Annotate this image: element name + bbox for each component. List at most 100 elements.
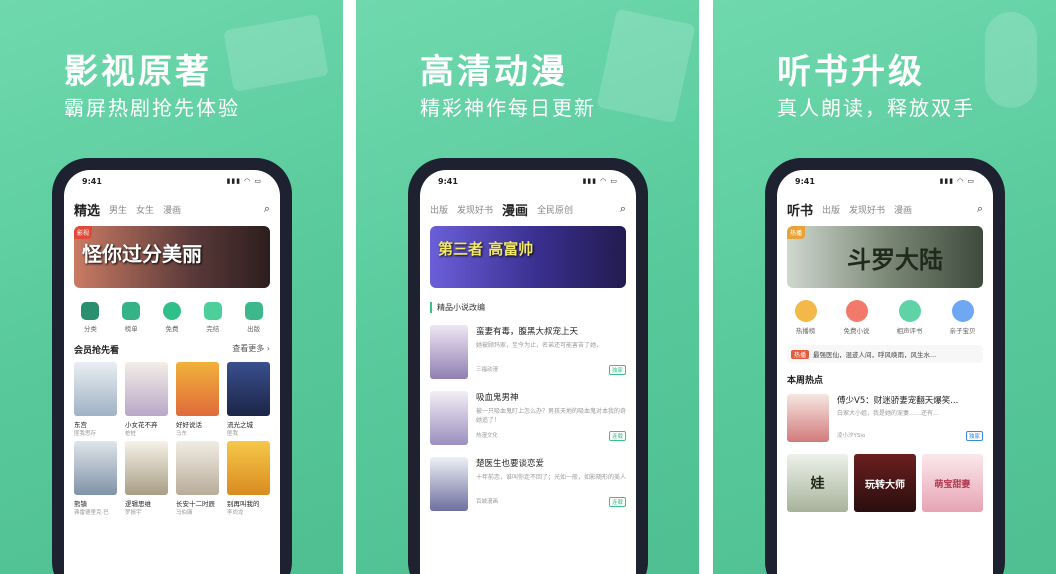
phone-screen: 9:41 ▮▮▮ ◠ ▭ 出版 发现好书 漫画 全民原创 ⌕ 第三者 高富帅 精品… xyxy=(420,170,636,574)
shortcut-crosstalk[interactable]: 相声评书 xyxy=(897,300,923,335)
signal-battery-icon: ▮▮▮ ◠ ▭ xyxy=(226,177,262,185)
cover-row: 娃 玩转大师 萌宝甜妻 xyxy=(787,454,983,512)
status-bar: 9:41 ▮▮▮ ◠ ▭ xyxy=(777,170,993,192)
crosstalk-icon xyxy=(898,300,921,322)
promo-panel-comic: 高清动漫 精彩神作每日更新 9:41 ▮▮▮ ◠ ▭ 出版 发现好书 漫画 全民原… xyxy=(356,0,699,574)
search-icon[interactable]: ⌕ xyxy=(977,202,983,216)
section-header: 会员抢先看 查看更多 › xyxy=(64,343,280,356)
notice-text: 最强医仙，混迹人间，呼风唤雨，风生水... xyxy=(813,351,937,359)
comic-cover xyxy=(430,391,468,445)
tab-female[interactable]: 女生 xyxy=(136,203,154,216)
shortcut-free[interactable]: 免费 xyxy=(162,302,181,333)
search-icon[interactable]: ⌕ xyxy=(620,202,626,216)
kids-icon xyxy=(951,300,974,322)
picture-frame-icon xyxy=(596,8,696,124)
category-icon xyxy=(81,302,100,320)
shortcut-hot[interactable]: 热播榜 xyxy=(794,300,817,335)
free-icon xyxy=(162,302,181,320)
section-title: 本周热点 xyxy=(787,376,824,386)
phone-screen: 9:41 ▮▮▮ ◠ ▭ 听书 出版 发现好书 漫画 ⌕ 热播 斗罗大陆 热播榜 … xyxy=(777,170,993,574)
top-tabs: 精选 男生 女生 漫画 ⌕ xyxy=(64,192,280,220)
see-more-link[interactable]: 查看更多 › xyxy=(232,343,270,356)
shortcut-free-novel[interactable]: 免费小说 xyxy=(844,300,870,335)
banner-title: 斗罗大陆 xyxy=(847,246,943,274)
book-card[interactable]: 长安十二时辰 马伯庸 xyxy=(176,441,219,516)
microphone-icon xyxy=(985,12,1037,108)
phone-mockup: 9:41 ▮▮▮ ◠ ▭ 精选 男生 女生 漫画 ⌕ 影视 怪你过分美丽 分类 榜… xyxy=(52,158,292,574)
panel-subtitle: 精彩神作每日更新 xyxy=(420,96,596,120)
status-time: 9:41 xyxy=(795,176,815,186)
finished-icon xyxy=(203,302,222,320)
comic-cover xyxy=(430,457,468,511)
book-card[interactable]: 熊镇 弗雷德里克·巴 xyxy=(74,441,117,516)
book-card[interactable]: 别再叫我的 李尚龙 xyxy=(227,441,270,516)
tab-discover[interactable]: 发现好书 xyxy=(849,203,885,216)
hero-banner[interactable]: 热播 斗罗大陆 xyxy=(787,226,983,288)
notice-tag: 热播 xyxy=(791,349,810,359)
banner-tag: 热播 xyxy=(787,226,806,239)
phone-mockup: 9:41 ▮▮▮ ◠ ▭ 听书 出版 发现好书 漫画 ⌕ 热播 斗罗大陆 热播榜 … xyxy=(765,158,1005,574)
list-item[interactable]: 蛮妻有毒，腹黑大叔宠上天 她被顾玛家，至今为止，名弟还可能害苦了她， 三福动漫 独家 xyxy=(430,325,626,379)
panel-subtitle: 霸屏热剧抢先体验 xyxy=(64,96,240,120)
search-icon[interactable]: ⌕ xyxy=(264,202,270,216)
audiobook-cover[interactable]: 娃 xyxy=(787,454,849,512)
list-item[interactable]: 傅少V5：财迷骄妻宠翻天爆笑... 白家大小姐，我是她的宠妻……还有… 凌小汐YSi… xyxy=(787,394,983,442)
signal-battery-icon: ▮▮▮ ◠ ▭ xyxy=(939,177,975,185)
status-badge: 独家 xyxy=(608,365,626,375)
tab-discover[interactable]: 发现好书 xyxy=(457,203,493,216)
book-grid: 东宫 匪我思存 小女花不弃 桩桩 好好说话 马东 流光之城 匪我 熊镇 弗雷德里克·巴 逻… xyxy=(64,356,280,516)
shortcut-kids[interactable]: 亲子宝贝 xyxy=(950,300,976,335)
phone-mockup: 9:41 ▮▮▮ ◠ ▭ 出版 发现好书 漫画 全民原创 ⌕ 第三者 高富帅 精品… xyxy=(408,158,648,574)
tab-audiobook[interactable]: 听书 xyxy=(787,200,813,219)
publish-icon xyxy=(244,302,263,320)
panel-headline: 高清动漫 xyxy=(420,52,568,92)
book-card[interactable]: 东宫 匪我思存 xyxy=(74,362,117,437)
comic-cover xyxy=(430,325,468,379)
panel-headline: 听书升级 xyxy=(777,52,925,92)
shortcut-publish[interactable]: 出版 xyxy=(244,302,263,333)
shortcut-rank[interactable]: 榜单 xyxy=(122,302,141,333)
book-card[interactable]: 流光之城 匪我 xyxy=(227,362,270,437)
shortcut-row: 热播榜 免费小说 相声评书 亲子宝贝 xyxy=(777,300,993,335)
tab-male[interactable]: 男生 xyxy=(109,203,127,216)
status-badge: 连载 xyxy=(608,431,626,441)
audiobook-cover[interactable]: 萌宝甜妻 xyxy=(921,454,983,512)
hot-chart-icon xyxy=(794,300,817,322)
top-tabs: 出版 发现好书 漫画 全民原创 ⌕ xyxy=(420,192,636,220)
signal-battery-icon: ▮▮▮ ◠ ▭ xyxy=(582,177,618,185)
top-tabs: 听书 出版 发现好书 漫画 ⌕ xyxy=(777,192,993,220)
book-card[interactable]: 好好说话 马东 xyxy=(176,362,219,437)
shortcut-row: 分类 榜单 免费 完结 出版 xyxy=(64,302,280,333)
list-item[interactable]: 楚医生也要谈恋爱 十年前恋，谁叫你走不回了；光如一般，如影随形的美人 百城漫画 连载 xyxy=(430,457,626,511)
book-card[interactable]: 小女花不弃 桩桩 xyxy=(125,362,168,437)
promo-panel-audio: 听书升级 真人朗读，释放双手 9:41 ▮▮▮ ◠ ▭ 听书 出版 发现好书 漫画… xyxy=(713,0,1056,574)
panel-headline: 影视原著 xyxy=(64,52,212,92)
section-title: 会员抢先看 xyxy=(74,346,120,356)
hero-banner[interactable]: 影视 怪你过分美丽 xyxy=(74,226,270,288)
shortcut-category[interactable]: 分类 xyxy=(81,302,100,333)
audiobook-cover[interactable]: 玩转大师 xyxy=(854,454,916,512)
banner-title: 怪你过分美丽 xyxy=(82,242,202,266)
list-item[interactable]: 吸血鬼男神 被一只吸血鬼盯上怎么办？男孩天地的吸血鬼对本我的奇她追了！ 热漫文化 连载 xyxy=(430,391,626,445)
tab-comic[interactable]: 漫画 xyxy=(502,200,528,219)
promo-panel-film: 影视原著 霸屏热剧抢先体验 9:41 ▮▮▮ ◠ ▭ 精选 男生 女生 漫画 ⌕ … xyxy=(0,0,343,574)
rank-icon xyxy=(122,302,141,320)
tab-featured[interactable]: 精选 xyxy=(74,200,100,219)
list-section-title: 精品小说改编 xyxy=(430,302,626,313)
status-time: 9:41 xyxy=(82,176,102,186)
tab-comic[interactable]: 漫画 xyxy=(163,203,181,216)
status-badge: 独家 xyxy=(965,431,983,441)
shortcut-finished[interactable]: 完结 xyxy=(203,302,222,333)
tab-publish[interactable]: 出版 xyxy=(822,203,840,216)
tab-publish[interactable]: 出版 xyxy=(430,203,448,216)
clapboard-icon xyxy=(223,14,329,92)
notice-bar[interactable]: 热播 最强医仙，混迹人间，呼风唤雨，风生水... xyxy=(787,345,983,363)
status-bar: 9:41 ▮▮▮ ◠ ▭ xyxy=(64,170,280,192)
audiobook-cover xyxy=(787,394,829,442)
tab-original[interactable]: 全民原创 xyxy=(537,203,573,216)
tab-comic[interactable]: 漫画 xyxy=(894,203,912,216)
hero-banner[interactable]: 第三者 高富帅 xyxy=(430,226,626,288)
status-badge: 连载 xyxy=(608,497,626,507)
book-card[interactable]: 逻辑思维 罗振宇 xyxy=(125,441,168,516)
phone-screen: 9:41 ▮▮▮ ◠ ▭ 精选 男生 女生 漫画 ⌕ 影视 怪你过分美丽 分类 榜… xyxy=(64,170,280,574)
